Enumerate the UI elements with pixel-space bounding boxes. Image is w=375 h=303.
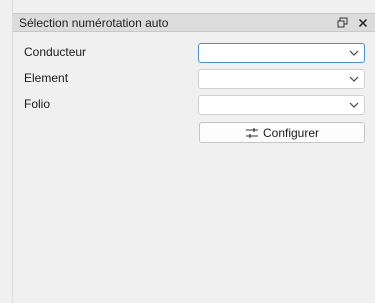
conducteur-select[interactable]: [198, 43, 365, 63]
close-icon[interactable]: [355, 15, 370, 30]
float-window-icon[interactable]: [335, 15, 350, 30]
configure-button-label: Configurer: [262, 125, 320, 140]
left-dock-edge: [0, 0, 13, 303]
element-label: Element: [24, 71, 69, 85]
panel-titlebar[interactable]: Sélection numérotation auto: [13, 13, 375, 32]
dock-panel: Sélection numérotation auto Conducteur E…: [13, 0, 375, 303]
conducteur-label: Conducteur: [24, 45, 87, 59]
chevron-down-icon: [349, 102, 359, 108]
folio-label: Folio: [24, 97, 51, 111]
sliders-icon: [245, 127, 258, 138]
panel-title: Sélection numérotation auto: [19, 16, 169, 30]
folio-select[interactable]: [198, 95, 365, 115]
configure-button[interactable]: Configurer: [199, 122, 365, 143]
element-select[interactable]: [198, 69, 365, 89]
chevron-down-icon: [349, 76, 359, 82]
chevron-down-icon: [349, 50, 359, 56]
